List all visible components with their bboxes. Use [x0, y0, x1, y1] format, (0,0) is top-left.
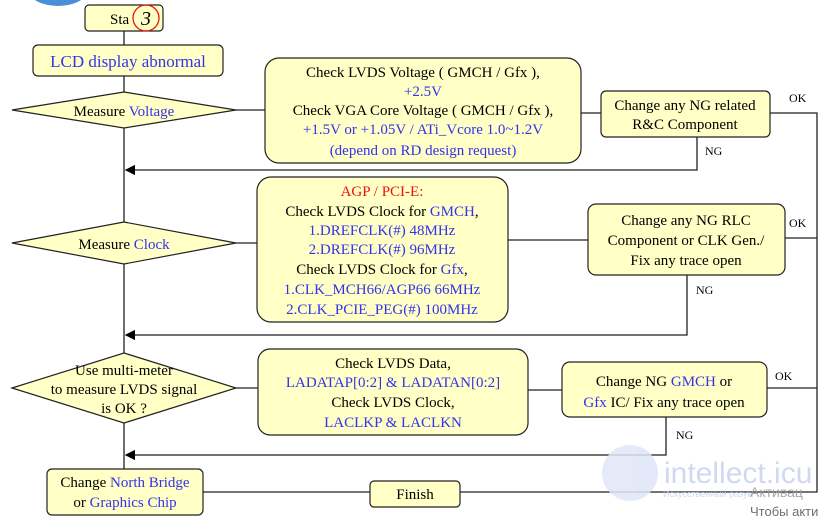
ok-label: OK: [789, 216, 807, 230]
problem-box: LCD display abnormal: [32, 44, 224, 77]
svg-text:2.CLK_PCIE_PEG(#) 100MHz: 2.CLK_PCIE_PEG(#) 100MHz: [286, 302, 478, 318]
clock-check-box: AGP / PCI-E: Check LVDS Clock for GMCH, …: [256, 176, 509, 323]
start-label: Sta: [110, 12, 130, 28]
svg-text:Measure Clock: Measure Clock: [78, 237, 170, 253]
svg-text:Check VGA Core Voltage ( GMCH: Check VGA Core Voltage ( GMCH / Gfx ),: [293, 103, 553, 119]
svg-text:or Graphics Chip: or Graphics Chip: [73, 495, 176, 511]
svg-text:Use multi-meter: Use multi-meter: [75, 363, 173, 379]
ng-label: NG: [676, 428, 694, 442]
svg-text:R&C Component: R&C Component: [632, 117, 738, 133]
svg-text:Check LVDS Clock for GMCH,: Check LVDS Clock for GMCH,: [285, 204, 478, 220]
change-chip-box: Change North Bridge or Graphics Chip: [46, 468, 204, 516]
ng-label: NG: [696, 283, 714, 297]
voltage-check-box: Check LVDS Voltage ( GMCH / Gfx ), +2.5V…: [264, 57, 582, 164]
ok-label: OK: [789, 91, 807, 105]
svg-text:Measure Voltage: Measure Voltage: [74, 104, 175, 120]
svg-text:Component or CLK Gen./: Component or CLK Gen./: [608, 233, 765, 249]
svg-text:Check LVDS Clock for Gfx,: Check LVDS Clock for Gfx,: [296, 262, 468, 278]
watermark: intellect.icu Искусственный разум Актива…: [602, 445, 818, 518]
lvds-data-box: Check LVDS Data, LADATAP[0:2] & LADATAN[…: [257, 348, 529, 436]
svg-text:LADATAP[0:2] & LADATAN[0:2]: LADATAP[0:2] & LADATAN[0:2]: [286, 375, 500, 391]
svg-text:AGP / PCI-E:: AGP / PCI-E:: [341, 184, 424, 200]
finish-box: Finish: [369, 480, 461, 508]
svg-text:Change any NG related: Change any NG related: [614, 98, 756, 114]
decision-clock: Measure Clock: [11, 221, 237, 265]
svg-text:(depend on RD design request): (depend on RD design request): [330, 143, 517, 159]
svg-text:Change North Bridge: Change North Bridge: [60, 475, 189, 491]
start-box: Sta 3: [84, 4, 164, 32]
problem-label: LCD display abnormal: [50, 52, 206, 71]
svg-text:+2.5V: +2.5V: [404, 84, 442, 100]
action-rlc-box: Change any NG RLC Component or CLK Gen./…: [587, 203, 786, 276]
svg-text:Check LVDS Data,: Check LVDS Data,: [335, 356, 451, 372]
svg-text:Активац: Активац: [750, 484, 803, 500]
svg-text:+1.5V or +1.05V / ATi_Vcore 1.: +1.5V or +1.05V / ATi_Vcore 1.0~1.2V: [303, 122, 543, 138]
svg-text:is OK ?: is OK ?: [101, 401, 147, 417]
ng-label: NG: [705, 144, 723, 158]
flowchart: Sta 3 LCD display abnormal Measure Volta…: [9, 0, 818, 518]
svg-text:Finish: Finish: [396, 487, 434, 503]
svg-text:Gfx IC/ Fix any trace open: Gfx IC/ Fix any trace open: [583, 395, 745, 411]
svg-text:Check LVDS Clock,: Check LVDS Clock,: [331, 395, 454, 411]
svg-text:1.DREFCLK(#) 48MHz: 1.DREFCLK(#) 48MHz: [309, 223, 456, 239]
svg-text:Change any NG RLC: Change any NG RLC: [621, 213, 751, 229]
svg-text:1.CLK_MCH66/AGP66 66MHz: 1.CLK_MCH66/AGP66 66MHz: [284, 282, 481, 298]
ok-label: OK: [775, 369, 793, 383]
svg-text:to measure LVDS signal: to measure LVDS signal: [51, 382, 198, 398]
svg-text:Чтобы акти: Чтобы акти: [750, 504, 818, 518]
globe-icon: [35, 0, 81, 6]
decision-voltage: Measure Voltage: [11, 91, 237, 129]
svg-text:Искусственный разум: Искусственный разум: [663, 489, 754, 499]
svg-text:Check LVDS Voltage ( GMCH / Gf: Check LVDS Voltage ( GMCH / Gfx ),: [306, 65, 540, 81]
svg-text:Change NG GMCH or: Change NG GMCH or: [596, 374, 732, 390]
svg-text:2.DREFCLK(#) 96MHz: 2.DREFCLK(#) 96MHz: [309, 242, 456, 258]
step-number: 3: [140, 8, 151, 30]
svg-text:LACLKP & LACLKN: LACLKP & LACLKN: [324, 415, 462, 431]
action-rc-box: Change any NG related R&C Component: [600, 90, 771, 138]
svg-text:Fix any trace open: Fix any trace open: [630, 253, 742, 269]
action-gmch-box: Change NG GMCH or Gfx IC/ Fix any trace …: [561, 361, 768, 418]
decision-lvds: Use multi-meter to measure LVDS signal i…: [9, 352, 239, 424]
